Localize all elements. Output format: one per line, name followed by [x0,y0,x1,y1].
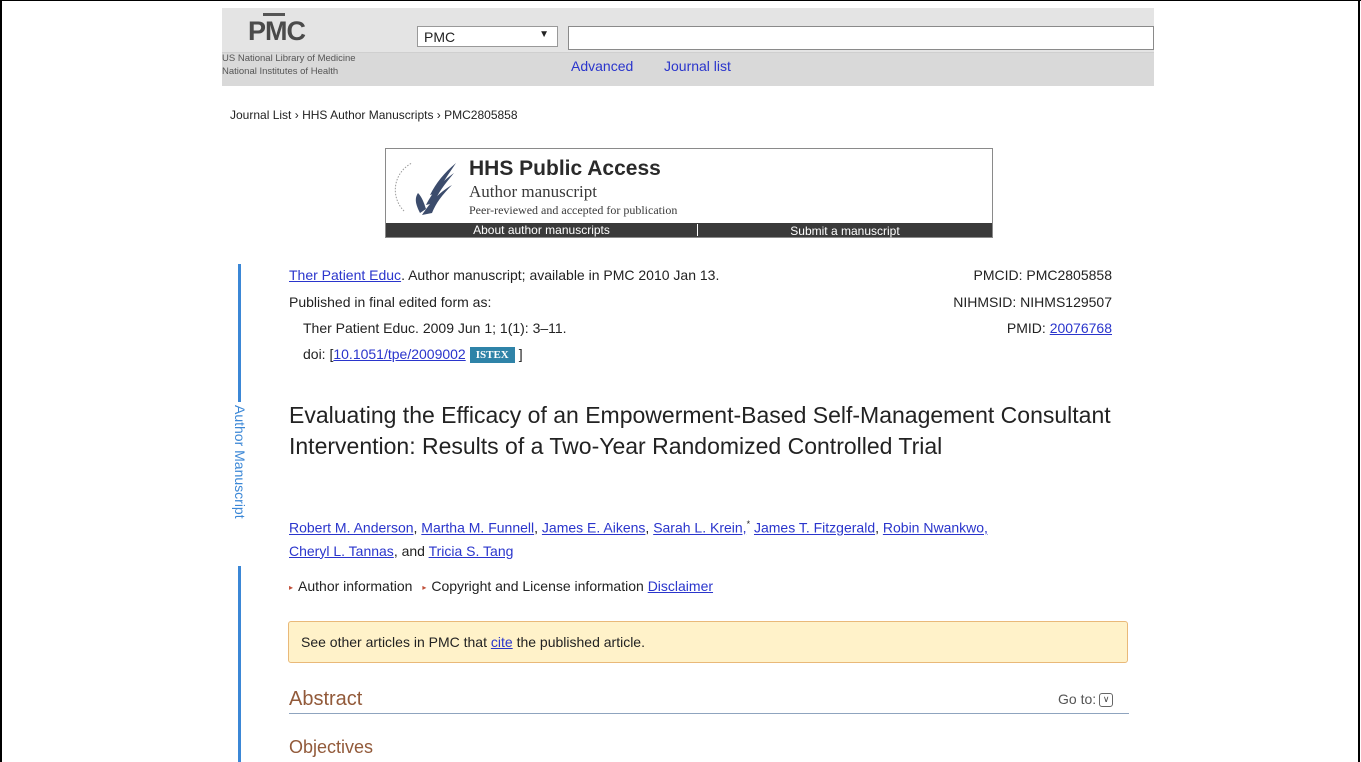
database-select[interactable]: PMC ▼ [417,26,558,47]
corresponding-author-asterisk: * [746,519,751,529]
objectives-heading: Objectives [289,737,374,757]
nih-label: National Institutes of Health [222,66,339,77]
author-manuscript-rail-top [238,264,241,402]
nihmsid-label: NIHMSID: NIHMS129507 [953,294,1112,310]
hhs-eagle-icon [394,162,456,215]
author-link[interactable]: Sarah L. Krein, [653,520,746,536]
citation-line: Ther Patient Educ. Author manuscript; av… [289,267,719,283]
frame-right-border [1358,0,1360,762]
author-list: Robert M. Anderson, Martha M. Funnell, J… [289,519,988,559]
expand-triangle-icon: ▸ [422,582,427,592]
journal-link[interactable]: Ther Patient Educ [289,267,401,283]
author-link[interactable]: Tricia S. Tang [429,543,514,559]
author-link[interactable]: James T. Fitzgerald [754,520,875,536]
pmid-label: PMID: [1006,320,1046,336]
frame-left-border [0,0,2,762]
breadcrumb-separator: › [436,108,441,122]
doi-bracket-close: ] [518,346,523,362]
copyright-license-toggle[interactable]: Copyright and License information [431,578,643,594]
published-label: Published in final edited form as: [289,294,492,310]
cite-link[interactable]: cite [491,634,513,650]
hhs-button-bar: About author manuscripts Submit a manusc… [386,223,992,238]
database-select-value: PMC [424,29,456,45]
pmid-line: PMID: 20076768 [1007,320,1112,336]
doi-label: doi: [303,346,326,362]
search-input[interactable] [568,26,1154,50]
breadcrumb-hhs-author-manuscripts[interactable]: HHS Author Manuscripts [302,108,433,122]
abstract-heading: Abstract [289,688,363,710]
breadcrumb-journal-list[interactable]: Journal List [230,108,291,122]
pmcid-label: PMCID: PMC2805858 [973,267,1112,283]
goto-menu[interactable]: Go to: ∨ [1058,691,1114,708]
about-author-manuscripts-button[interactable]: About author manuscripts [386,223,697,237]
article-title: Evaluating the Efficacy of an Empowermen… [289,402,1111,459]
hhs-subtitle: Author manuscript [469,182,597,201]
disclaimer-link[interactable]: Disclaimer [648,578,713,594]
author-manuscript-side-label: Author Manuscript [232,405,248,519]
dropdown-arrow-icon: ▼ [539,29,549,40]
cited-by-notice: See other articles in PMC that cite the … [288,621,1128,663]
doi-line: doi: [10.1051/tpe/2009002 ISTEX] [303,346,523,364]
author-link[interactable]: Cheryl L. Tannas [289,543,394,559]
advanced-search-link[interactable]: Advanced [571,58,633,74]
notice-suffix: the published article. [516,634,645,650]
logo-chevron-icon [263,13,285,22]
notice-prefix: See other articles in PMC that [301,634,487,650]
hhs-note: Peer-reviewed and accepted for publicati… [469,203,678,217]
breadcrumb-current: PMC2805858 [444,108,518,122]
author-information-toggle[interactable]: Author information [298,578,412,594]
submit-manuscript-button[interactable]: Submit a manuscript [698,224,992,238]
article-info-links: ▸ Author information ▸ Copyright and Licen… [289,578,713,594]
pmid-link[interactable]: 20076768 [1050,320,1112,336]
author-link[interactable]: Robin Nwankwo, [883,520,988,536]
author-manuscript-rail-bottom [238,566,241,762]
journal-list-link[interactable]: Journal list [664,58,731,74]
author-link[interactable]: Martha M. Funnell [421,520,534,536]
author-link[interactable]: James E. Aikens [542,520,646,536]
nlm-label: US National Library of Medicine [222,53,356,64]
goto-label: Go to: [1058,691,1097,707]
site-header: PMC US National Library of Medicine Nati… [222,8,1154,86]
pmc-logo[interactable]: PMC [248,13,306,47]
istex-badge[interactable]: ISTEX [469,347,515,364]
author-link[interactable]: Robert M. Anderson [289,520,414,536]
doi-link[interactable]: 10.1051/tpe/2009002 [333,346,465,362]
availability-text: . Author manuscript; available in PMC 20… [401,267,720,283]
breadcrumb-separator: › [294,108,299,122]
abstract-divider [289,713,1129,714]
hhs-title: HHS Public Access [469,157,661,180]
frame-top-border [0,0,1361,1]
breadcrumb: Journal List › HHS Author Manuscripts › … [230,108,518,122]
chevron-down-icon: ∨ [1099,693,1114,708]
expand-triangle-icon: ▸ [289,582,294,592]
hhs-public-access-banner: HHS Public Access Author manuscript Peer… [385,148,993,238]
published-reference: Ther Patient Educ. 2009 Jun 1; 1(1): 3–1… [303,320,567,336]
